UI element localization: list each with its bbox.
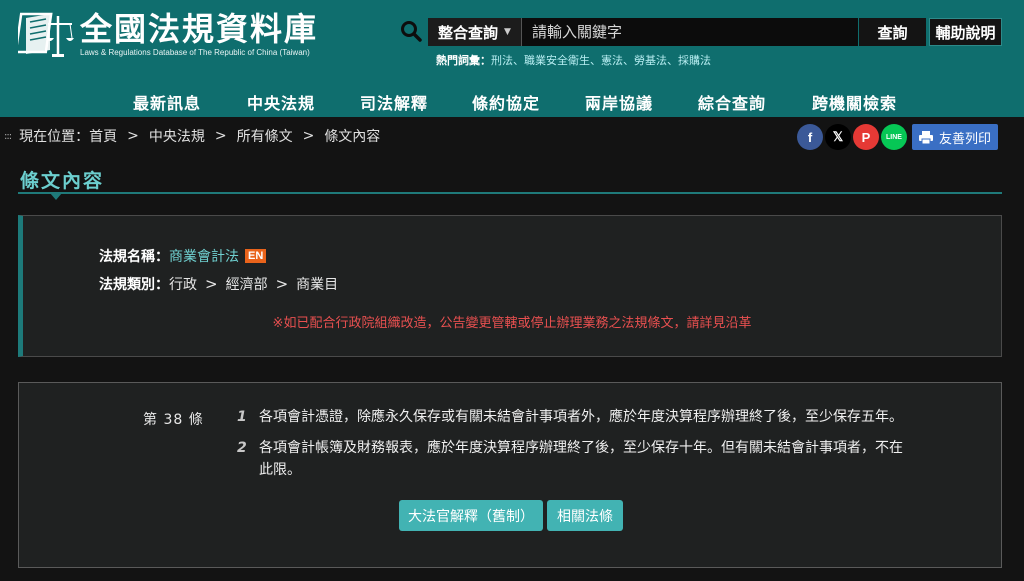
- search-button[interactable]: 查詢: [859, 18, 926, 46]
- search-scope-select[interactable]: 整合查詢 ▼: [428, 18, 522, 46]
- search-box: 整合查詢 ▼: [428, 18, 858, 46]
- search-input[interactable]: [522, 18, 858, 46]
- section-title: 條文內容: [20, 170, 105, 192]
- site-logo[interactable]: 全國法規資料庫 Laws & Regulations Database of T…: [18, 8, 318, 60]
- line-icon[interactable]: LINE: [881, 124, 907, 150]
- law-name-label: 法規名稱：: [99, 249, 169, 265]
- site-header: 全國法規資料庫 Laws & Regulations Database of T…: [0, 0, 1024, 117]
- paragraph-number: 2: [237, 440, 247, 456]
- org-restructure-notice[interactable]: ※如已配合行政院組織改造，公告變更管轄或停止辦理業務之法規條文，請詳見沿革: [23, 312, 1001, 331]
- search-scope-label: 整合查詢: [438, 23, 499, 42]
- paragraph-text: 各項會計憑證，除應永久保存或有關未結會計事項者外，應於年度決算程序辦理終了後，至…: [259, 409, 903, 425]
- breadcrumb: ::: 現在位置： 首頁 > 中央法規 > 所有條文 > 條文內容: [4, 126, 380, 146]
- chevron-down-icon: ▼: [504, 27, 511, 37]
- nav-item-central-laws[interactable]: 中央法規: [247, 90, 315, 114]
- plurk-icon[interactable]: P: [853, 124, 879, 150]
- breadcrumb-prefix: 現在位置：: [19, 129, 90, 145]
- section-divider-notch: [50, 193, 62, 200]
- nav-item-integrated-search[interactable]: 綜合查詢: [698, 90, 766, 114]
- category-sep: >: [275, 275, 289, 293]
- search-icon: [401, 21, 422, 42]
- paragraph-text: 各項會計帳簿及財務報表，應於年度決算程序辦理終了後，至少保存十年。但有關未結會計…: [259, 440, 903, 478]
- section-divider: [18, 192, 1002, 194]
- site-title: 全國法規資料庫: [80, 10, 319, 48]
- breadcrumb-home[interactable]: 首頁: [89, 126, 117, 146]
- law-category-level: 商業目: [296, 277, 339, 293]
- nav-item-treaties[interactable]: 條約協定: [472, 90, 540, 114]
- breadcrumb-sep: >: [127, 128, 139, 144]
- law-info-panel: 法規名稱： 商業會計法 EN 法規類別： 行政 > 經濟部 > 商業目 ※如已配…: [18, 215, 1002, 357]
- law-name-link[interactable]: 商業會計法: [169, 246, 239, 266]
- law-category-level: 行政: [169, 277, 197, 293]
- paragraph-number: 1: [237, 409, 247, 425]
- breadcrumb-all-articles[interactable]: 所有條文: [237, 126, 293, 146]
- print-label: 友善列印: [938, 131, 991, 147]
- law-category-level: 經濟部: [225, 277, 268, 293]
- breadcrumb-central-laws[interactable]: 中央法規: [149, 126, 205, 146]
- law-category-row: 法規類別： 行政 > 經濟部 > 商業目: [99, 274, 338, 294]
- related-articles-button[interactable]: 相關法條: [547, 500, 623, 531]
- facebook-icon[interactable]: f: [797, 124, 823, 150]
- nav-item-cross-agency[interactable]: 跨機關檢索: [812, 90, 897, 114]
- article-number: 第 38 條: [143, 412, 204, 428]
- hot-term-link[interactable]: 職業安全衛生: [524, 52, 590, 68]
- hot-term-link[interactable]: 勞基法: [634, 52, 667, 68]
- scales-logo-icon: [18, 12, 74, 57]
- interpretation-button[interactable]: 大法官解釋（舊制）: [399, 500, 543, 531]
- nav-item-judicial[interactable]: 司法解釋: [360, 90, 428, 114]
- breadcrumb-sep: >: [302, 128, 315, 144]
- hot-term-link[interactable]: 採購法: [678, 52, 711, 68]
- nav-item-news[interactable]: 最新訊息: [133, 90, 201, 114]
- nav-item-cross-strait[interactable]: 兩岸協議: [585, 90, 653, 114]
- accesskey-dots[interactable]: :::: [4, 131, 12, 142]
- law-name-row: 法規名稱： 商業會計法 EN: [99, 246, 267, 266]
- hot-terms: 熱門詞彙： 刑法、 職業安全衛生、 憲法、 勞基法、 採購法: [436, 52, 711, 68]
- x-icon[interactable]: 𝕏: [825, 124, 851, 150]
- category-sep: >: [205, 275, 218, 293]
- article-panel: 第 38 條 1 各項會計憑證，除應永久保存或有關未結會計事項者外，應於年度決算…: [18, 382, 1002, 568]
- breadcrumb-sep: >: [214, 128, 227, 144]
- hot-terms-label: 熱門詞彙：: [436, 54, 491, 67]
- main-nav: 最新訊息 中央法規 司法解釋 條約協定 兩岸協議 綜合查詢 跨機關檢索: [0, 86, 1024, 116]
- site-subtitle: Laws & Regulations Database of The Repub…: [80, 48, 310, 57]
- english-version-badge[interactable]: EN: [245, 249, 267, 263]
- print-button[interactable]: 友善列印: [912, 124, 998, 150]
- printer-icon: [918, 130, 933, 144]
- hot-term-link[interactable]: 憲法: [601, 52, 623, 68]
- law-category-label: 法規類別：: [99, 277, 169, 293]
- hot-term-link[interactable]: 刑法: [491, 52, 513, 68]
- breadcrumb-current: 條文內容: [324, 129, 381, 145]
- help-button[interactable]: 輔助說明: [929, 18, 1002, 46]
